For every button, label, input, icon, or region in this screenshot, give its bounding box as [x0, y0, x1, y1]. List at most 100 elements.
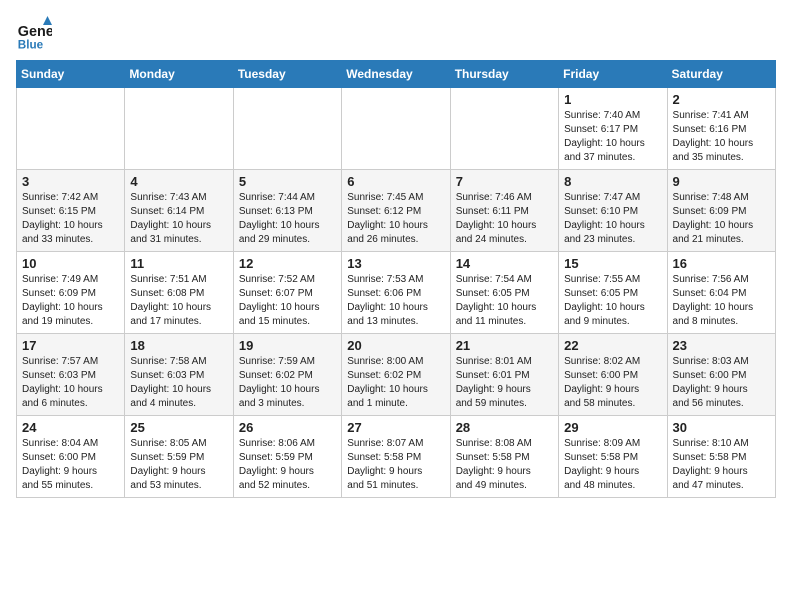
svg-text:Blue: Blue	[18, 38, 44, 51]
day-cell: 5 Sunrise: 7:44 AM Sunset: 6:13 PM Daylig…	[233, 170, 341, 252]
day-cell: 1 Sunrise: 7:40 AM Sunset: 6:17 PM Daylig…	[559, 88, 667, 170]
day-info: Sunrise: 7:57 AM Sunset: 6:03 PM Dayligh…	[22, 355, 119, 411]
day-info: Sunrise: 8:04 AM Sunset: 6:00 PM Dayligh…	[22, 437, 119, 493]
day-info: Sunrise: 7:45 AM Sunset: 6:12 PM Dayligh…	[347, 191, 444, 247]
day-info: Sunrise: 7:44 AM Sunset: 6:13 PM Dayligh…	[239, 191, 336, 247]
weekday-header-tuesday: Tuesday	[233, 61, 341, 88]
day-number: 29	[564, 420, 661, 435]
day-cell: 25 Sunrise: 8:05 AM Sunset: 5:59 PM Dayli…	[125, 416, 233, 498]
day-cell: 28 Sunrise: 8:08 AM Sunset: 5:58 PM Dayli…	[450, 416, 558, 498]
day-cell: 11Sunrise: 7:51 AM Sunset: 6:08 PM Dayli…	[125, 252, 233, 334]
day-number: 4	[130, 174, 227, 189]
day-number: 9	[673, 174, 770, 189]
day-cell: 18 Sunrise: 7:58 AM Sunset: 6:03 PM Dayli…	[125, 334, 233, 416]
day-info: Sunrise: 8:09 AM Sunset: 5:58 PM Dayligh…	[564, 437, 661, 493]
day-cell: 7Sunrise: 7:46 AM Sunset: 6:11 PM Daylig…	[450, 170, 558, 252]
day-number: 25	[130, 420, 227, 435]
day-cell: 21 Sunrise: 8:01 AM Sunset: 6:01 PM Dayli…	[450, 334, 558, 416]
day-number: 11	[130, 256, 227, 271]
day-info: Sunrise: 7:47 AM Sunset: 6:10 PM Dayligh…	[564, 191, 661, 247]
day-number: 15	[564, 256, 661, 271]
day-number: 19	[239, 338, 336, 353]
day-number: 27	[347, 420, 444, 435]
weekday-header-saturday: Saturday	[667, 61, 775, 88]
weekday-header-sunday: Sunday	[17, 61, 125, 88]
day-cell: 2Sunrise: 7:41 AM Sunset: 6:16 PM Daylig…	[667, 88, 775, 170]
week-row-3: 10 Sunrise: 7:49 AM Sunset: 6:09 PM Dayli…	[17, 252, 776, 334]
day-number: 1	[564, 92, 661, 107]
day-cell	[233, 88, 341, 170]
week-row-4: 17 Sunrise: 7:57 AM Sunset: 6:03 PM Dayli…	[17, 334, 776, 416]
day-number: 28	[456, 420, 553, 435]
day-cell: 26Sunrise: 8:06 AM Sunset: 5:59 PM Dayli…	[233, 416, 341, 498]
day-number: 18	[130, 338, 227, 353]
day-cell: 19 Sunrise: 7:59 AM Sunset: 6:02 PM Dayli…	[233, 334, 341, 416]
day-info: Sunrise: 7:53 AM Sunset: 6:06 PM Dayligh…	[347, 273, 444, 329]
day-cell: 23 Sunrise: 8:03 AM Sunset: 6:00 PM Dayli…	[667, 334, 775, 416]
day-cell: 24 Sunrise: 8:04 AM Sunset: 6:00 PM Dayli…	[17, 416, 125, 498]
svg-text:General: General	[18, 24, 52, 40]
logo-icon: General Blue	[16, 16, 52, 52]
week-row-5: 24 Sunrise: 8:04 AM Sunset: 6:00 PM Dayli…	[17, 416, 776, 498]
day-number: 22	[564, 338, 661, 353]
day-number: 5	[239, 174, 336, 189]
day-cell: 22 Sunrise: 8:02 AM Sunset: 6:00 PM Dayli…	[559, 334, 667, 416]
day-number: 12	[239, 256, 336, 271]
day-info: Sunrise: 8:03 AM Sunset: 6:00 PM Dayligh…	[673, 355, 770, 411]
day-info: Sunrise: 7:43 AM Sunset: 6:14 PM Dayligh…	[130, 191, 227, 247]
day-cell: 3 Sunrise: 7:42 AM Sunset: 6:15 PM Daylig…	[17, 170, 125, 252]
day-info: Sunrise: 7:59 AM Sunset: 6:02 PM Dayligh…	[239, 355, 336, 411]
day-info: Sunrise: 8:07 AM Sunset: 5:58 PM Dayligh…	[347, 437, 444, 493]
day-number: 14	[456, 256, 553, 271]
day-number: 21	[456, 338, 553, 353]
day-cell	[17, 88, 125, 170]
day-cell: 17 Sunrise: 7:57 AM Sunset: 6:03 PM Dayli…	[17, 334, 125, 416]
day-info: Sunrise: 8:01 AM Sunset: 6:01 PM Dayligh…	[456, 355, 553, 411]
logo: General Blue	[16, 16, 52, 52]
day-cell: 4 Sunrise: 7:43 AM Sunset: 6:14 PM Daylig…	[125, 170, 233, 252]
day-cell: 27 Sunrise: 8:07 AM Sunset: 5:58 PM Dayli…	[342, 416, 450, 498]
day-number: 7	[456, 174, 553, 189]
weekday-header-monday: Monday	[125, 61, 233, 88]
day-cell: 9Sunrise: 7:48 AM Sunset: 6:09 PM Daylig…	[667, 170, 775, 252]
day-cell: 16 Sunrise: 7:56 AM Sunset: 6:04 PM Dayli…	[667, 252, 775, 334]
day-info: Sunrise: 7:42 AM Sunset: 6:15 PM Dayligh…	[22, 191, 119, 247]
day-cell: 15Sunrise: 7:55 AM Sunset: 6:05 PM Dayli…	[559, 252, 667, 334]
weekday-header-wednesday: Wednesday	[342, 61, 450, 88]
day-info: Sunrise: 7:58 AM Sunset: 6:03 PM Dayligh…	[130, 355, 227, 411]
week-row-2: 3 Sunrise: 7:42 AM Sunset: 6:15 PM Daylig…	[17, 170, 776, 252]
day-info: Sunrise: 7:52 AM Sunset: 6:07 PM Dayligh…	[239, 273, 336, 329]
day-number: 13	[347, 256, 444, 271]
day-info: Sunrise: 8:02 AM Sunset: 6:00 PM Dayligh…	[564, 355, 661, 411]
day-cell: 30Sunrise: 8:10 AM Sunset: 5:58 PM Dayli…	[667, 416, 775, 498]
week-row-1: 1 Sunrise: 7:40 AM Sunset: 6:17 PM Daylig…	[17, 88, 776, 170]
day-number: 3	[22, 174, 119, 189]
day-cell	[342, 88, 450, 170]
day-number: 16	[673, 256, 770, 271]
day-cell: 13 Sunrise: 7:53 AM Sunset: 6:06 PM Dayli…	[342, 252, 450, 334]
day-cell	[450, 88, 558, 170]
day-info: Sunrise: 8:06 AM Sunset: 5:59 PM Dayligh…	[239, 437, 336, 493]
header: General Blue	[16, 16, 776, 52]
day-cell: 14Sunrise: 7:54 AM Sunset: 6:05 PM Dayli…	[450, 252, 558, 334]
day-info: Sunrise: 7:49 AM Sunset: 6:09 PM Dayligh…	[22, 273, 119, 329]
weekday-header-thursday: Thursday	[450, 61, 558, 88]
day-info: Sunrise: 7:56 AM Sunset: 6:04 PM Dayligh…	[673, 273, 770, 329]
day-cell: 10 Sunrise: 7:49 AM Sunset: 6:09 PM Dayli…	[17, 252, 125, 334]
weekday-header-friday: Friday	[559, 61, 667, 88]
day-number: 20	[347, 338, 444, 353]
day-number: 10	[22, 256, 119, 271]
day-info: Sunrise: 8:08 AM Sunset: 5:58 PM Dayligh…	[456, 437, 553, 493]
day-number: 23	[673, 338, 770, 353]
day-number: 17	[22, 338, 119, 353]
day-cell: 20Sunrise: 8:00 AM Sunset: 6:02 PM Dayli…	[342, 334, 450, 416]
day-info: Sunrise: 7:40 AM Sunset: 6:17 PM Dayligh…	[564, 109, 661, 165]
day-number: 24	[22, 420, 119, 435]
day-info: Sunrise: 8:05 AM Sunset: 5:59 PM Dayligh…	[130, 437, 227, 493]
weekday-header-row: SundayMondayTuesdayWednesdayThursdayFrid…	[17, 61, 776, 88]
day-cell: 29 Sunrise: 8:09 AM Sunset: 5:58 PM Dayli…	[559, 416, 667, 498]
day-cell: 12 Sunrise: 7:52 AM Sunset: 6:07 PM Dayli…	[233, 252, 341, 334]
day-number: 8	[564, 174, 661, 189]
day-cell: 6Sunrise: 7:45 AM Sunset: 6:12 PM Daylig…	[342, 170, 450, 252]
day-info: Sunrise: 7:41 AM Sunset: 6:16 PM Dayligh…	[673, 109, 770, 165]
